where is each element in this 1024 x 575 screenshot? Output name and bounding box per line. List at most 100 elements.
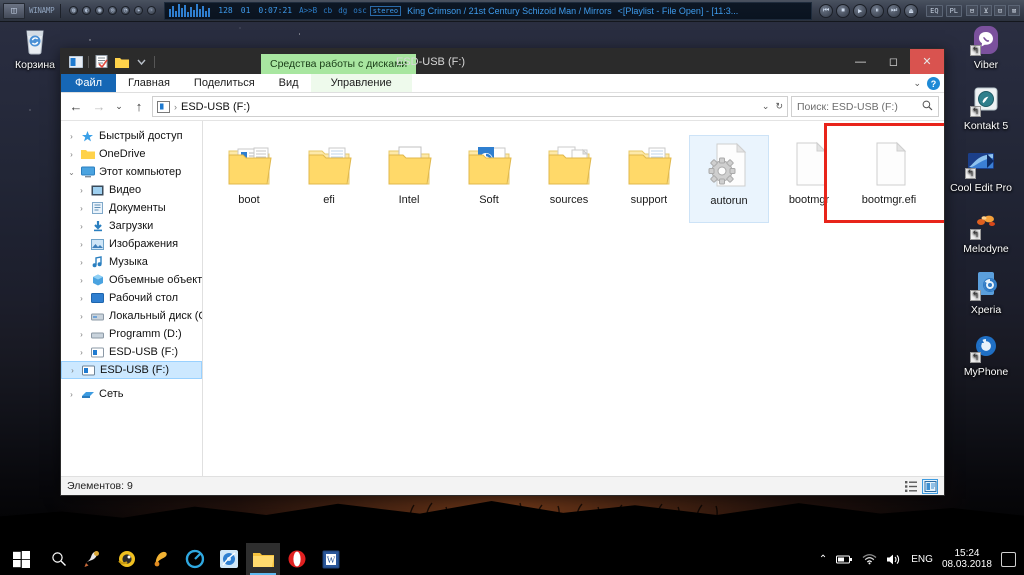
drive-icon[interactable] [68, 55, 83, 69]
expander-icon[interactable]: › [77, 276, 86, 285]
expander-icon[interactable]: › [77, 222, 86, 231]
file-item-sources[interactable]: sources [529, 135, 609, 223]
start-button[interactable] [0, 543, 42, 575]
expander-icon[interactable]: › [77, 240, 86, 249]
knob-icon[interactable]: ◍ [69, 6, 79, 15]
desktop-icon-kontakt-5[interactable]: ↰ Kontakt 5 [955, 85, 1017, 132]
file-item-bootmgr[interactable]: bootmgr [769, 135, 849, 223]
desktop-icon-xperia[interactable]: ↰ Xperia [955, 269, 1017, 316]
player-shade-button[interactable]: ⊻ [980, 5, 992, 16]
taskbar-item-audacity[interactable] [110, 543, 144, 575]
player-close-button[interactable]: ⊠ [1008, 5, 1020, 16]
tab-home[interactable]: Главная [116, 74, 182, 92]
tab-file[interactable]: Файл [61, 74, 117, 92]
address-bar[interactable]: › ESD-USB (F:) ⌄ ↻ [152, 96, 788, 117]
address-dropdown-icon[interactable]: ⌄ [762, 101, 770, 112]
knob-icon[interactable]: · [147, 6, 157, 15]
taskbar-item-paint-net[interactable] [76, 543, 110, 575]
taskbar-item-opera[interactable] [280, 543, 314, 575]
tree-item-programm-d[interactable]: › Programm (D:) [61, 325, 202, 343]
expander-icon[interactable]: › [68, 366, 77, 375]
volume-icon[interactable] [886, 553, 902, 566]
address-bar-controls[interactable]: ⌄ ↻ [762, 101, 783, 112]
expander-icon[interactable]: › [77, 312, 86, 321]
file-item-bootmgr-efi[interactable]: bootmgr.efi [849, 135, 929, 223]
pause-button[interactable]: ⏸ [870, 3, 885, 18]
desktop-icon-viber[interactable]: ↰ Viber [955, 24, 1017, 71]
tree-item-documents[interactable]: › Документы [61, 199, 202, 217]
file-item-autorun[interactable]: autorun [689, 135, 769, 223]
expander-icon[interactable]: › [77, 186, 86, 195]
knob-icon[interactable]: ◐ [82, 6, 92, 15]
file-item-efi[interactable]: efi [289, 135, 369, 223]
expander-icon[interactable]: › [77, 294, 86, 303]
tree-item-pictures[interactable]: › Изображения [61, 235, 202, 253]
expander-icon[interactable]: › [67, 150, 76, 159]
player-knobs[interactable]: ◍ ◐ ◉ ◎ ◔ ✦ · [63, 6, 162, 15]
up-button[interactable]: ↑ [129, 97, 149, 117]
close-button[interactable]: ✕ [910, 49, 944, 74]
equalizer-button[interactable]: EQ [926, 4, 943, 17]
player-minimize-button[interactable]: ⊟ [966, 5, 978, 16]
breadcrumb-drive[interactable]: ESD-USB (F:) [181, 101, 250, 113]
tree-item-videos[interactable]: › Видео [61, 181, 202, 199]
minimize-button[interactable]: — [844, 49, 877, 74]
language-indicator[interactable]: ENG [911, 554, 933, 565]
tree-item-quick-access[interactable]: › Быстрый доступ [61, 127, 202, 145]
tree-item-esd-usb-f-child[interactable]: › ESD-USB (F:) [61, 343, 202, 361]
taskbar-item-cubase[interactable] [178, 543, 212, 575]
next-track-button[interactable]: ⏭ [887, 3, 902, 18]
navigation-pane[interactable]: › Быстрый доступ › OneDrive ⌄ Этот компь… [61, 121, 203, 476]
tree-item-local-disk-c[interactable]: › Локальный диск (C:) [61, 307, 202, 325]
expander-icon[interactable]: › [77, 348, 86, 357]
tree-item-music[interactable]: › Музыка [61, 253, 202, 271]
search-icon[interactable] [922, 100, 933, 114]
file-item-intel[interactable]: Intel [369, 135, 449, 223]
desktop-icon-cool-edit-pro[interactable]: ↰ Cool Edit Pro [950, 147, 1012, 194]
taskbar-item-winamp[interactable] [212, 543, 246, 575]
details-view-button[interactable] [903, 479, 919, 494]
knob-icon[interactable]: ◉ [95, 6, 105, 15]
playlist-button[interactable]: PL [945, 4, 962, 17]
tree-item-desktop[interactable]: › Рабочий стол [61, 289, 202, 307]
desktop-icon-recycle-bin[interactable]: Корзина [4, 24, 66, 71]
file-list-pane[interactable]: boot efi Intel Soft sources support auto… [203, 121, 944, 476]
taskbar[interactable]: W ⌃ ENG 15:24 08.03.2018 [0, 543, 1024, 575]
player-transport-controls[interactable]: ⏮ ⏹ ▶ ⏸ ⏭ ⏏ [814, 3, 923, 18]
previous-track-button[interactable]: ⏮ [819, 3, 834, 18]
stop-button[interactable]: ⏹ [836, 3, 851, 18]
forward-button[interactable]: → [89, 97, 109, 117]
battery-icon[interactable] [836, 554, 853, 565]
tree-item-network[interactable]: › Сеть [61, 385, 202, 403]
expander-icon[interactable]: › [67, 390, 76, 399]
show-hidden-icons-button[interactable]: ⌃ [819, 554, 827, 565]
play-button[interactable]: ▶ [853, 3, 868, 18]
desktop-icon-myphone[interactable]: ↰ MyPhone [955, 331, 1017, 378]
refresh-icon[interactable]: ↻ [775, 101, 783, 112]
customize-dropdown-icon[interactable] [134, 55, 149, 69]
eject-button[interactable]: ⏏ [904, 3, 919, 18]
knob-icon[interactable]: ✦ [134, 6, 144, 15]
tab-share[interactable]: Поделиться [182, 74, 267, 92]
action-center-icon[interactable] [1001, 551, 1016, 567]
large-icons-view-button[interactable] [922, 478, 938, 494]
wifi-icon[interactable] [862, 553, 877, 565]
knob-icon[interactable]: ◔ [121, 6, 131, 15]
expander-icon[interactable]: › [67, 132, 76, 141]
tree-item-this-pc[interactable]: ⌄ Этот компьютер [61, 163, 202, 181]
taskbar-item-file-explorer[interactable] [246, 543, 280, 575]
player-restore-button[interactable]: ⊡ [994, 5, 1006, 16]
help-icon[interactable]: ? [927, 77, 940, 90]
player-window-buttons[interactable]: ⊟ ⊻ ⊡ ⊠ [962, 5, 1024, 16]
desktop-icon-melodyne[interactable]: ↰ Melodyne [955, 208, 1017, 255]
tab-view[interactable]: Вид [267, 74, 311, 92]
taskbar-item-word[interactable]: W [314, 543, 348, 575]
expander-icon[interactable]: ⌄ [67, 168, 76, 177]
properties-icon[interactable] [94, 55, 109, 69]
knob-icon[interactable]: ◎ [108, 6, 118, 15]
file-item-support[interactable]: support [609, 135, 689, 223]
system-tray[interactable]: ⌃ ENG 15:24 08.03.2018 [819, 548, 1024, 570]
window-caption-buttons[interactable]: — ◻ ✕ [844, 49, 944, 74]
new-folder-icon[interactable] [114, 55, 129, 69]
address-bar-row[interactable]: ← → ⌄ ↑ › ESD-USB (F:) ⌄ ↻ Поиск: ESD-US… [61, 93, 944, 120]
